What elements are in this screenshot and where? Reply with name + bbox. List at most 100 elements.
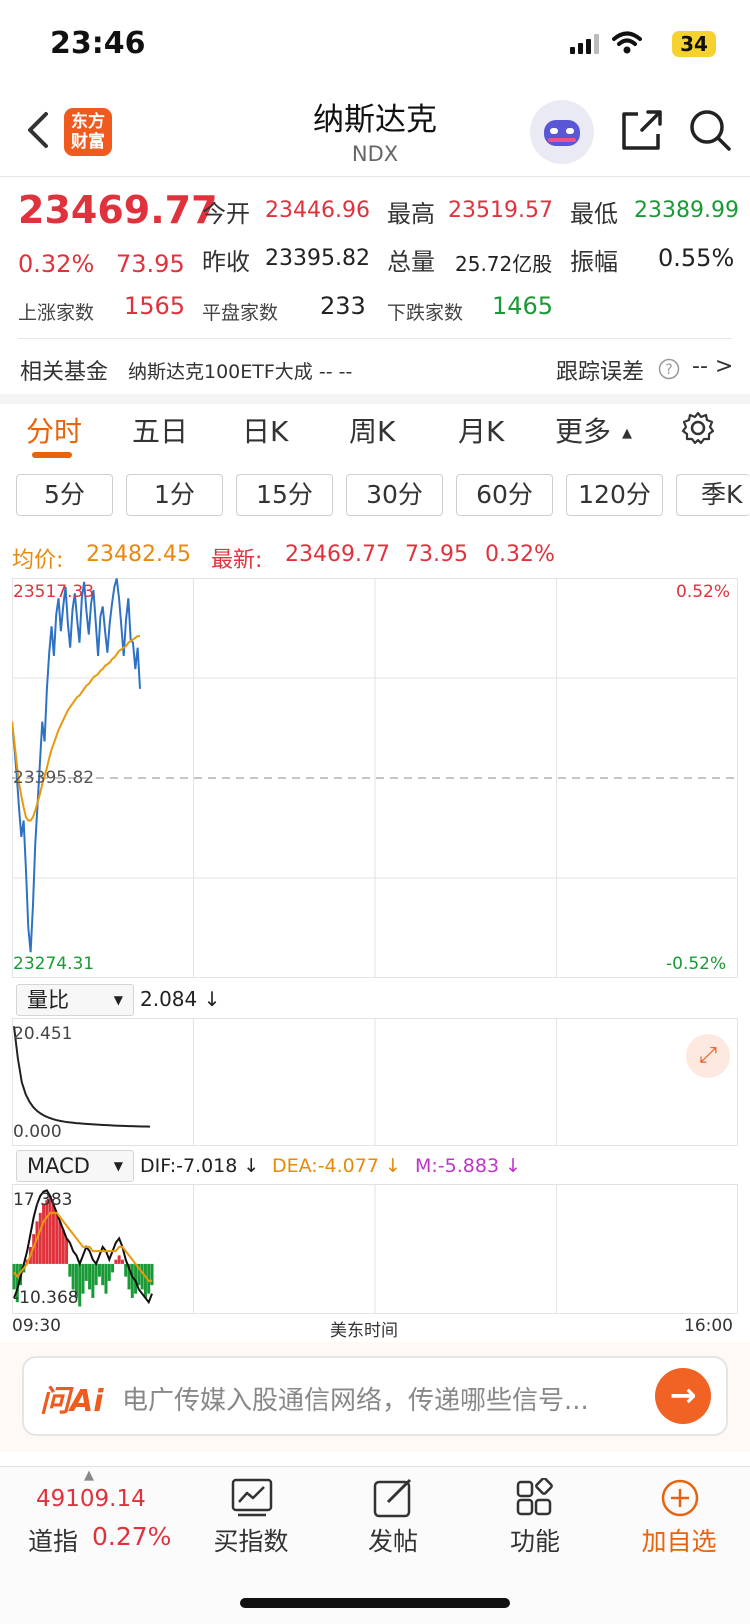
macd-bar xyxy=(107,1263,111,1281)
macd-bar xyxy=(124,1263,128,1277)
macd-bar xyxy=(120,1259,124,1264)
buy-index-label[interactable]: 买指数 xyxy=(191,1522,311,1558)
flat-count: 233 xyxy=(320,292,366,320)
macd-bar xyxy=(65,1238,69,1264)
index-name[interactable]: 道指 xyxy=(28,1522,78,1558)
macd-bar xyxy=(150,1263,154,1286)
section-gap xyxy=(0,394,750,404)
battery-indicator: 34 xyxy=(672,31,716,57)
tab-five-day[interactable]: 五日 xyxy=(132,410,188,450)
add-watchlist-label[interactable]: 加自选 xyxy=(619,1522,739,1558)
interval-15min[interactable]: 15分 xyxy=(236,474,333,516)
help-icon[interactable]: ? xyxy=(658,358,680,380)
post-label[interactable]: 发帖 xyxy=(333,1522,453,1558)
latest-value: 23469.77 xyxy=(285,542,390,567)
tab-weekly-k[interactable]: 周K xyxy=(349,410,395,450)
interval-1min[interactable]: 1分 xyxy=(126,474,223,516)
search-icon[interactable] xyxy=(688,108,732,152)
tracking-error-value[interactable]: -- > xyxy=(692,354,733,379)
macd-m: M:-5.883 ↓ xyxy=(415,1155,522,1177)
add-watchlist-icon[interactable] xyxy=(658,1478,702,1518)
macd-bar xyxy=(114,1259,118,1264)
expand-icon[interactable]: ⤢ xyxy=(686,1034,730,1078)
quote-divider xyxy=(18,338,732,339)
macd-bar xyxy=(91,1263,95,1298)
buy-index-icon[interactable] xyxy=(230,1478,274,1518)
fund-name[interactable]: 纳斯达克100ETF大成 -- -- xyxy=(128,357,352,384)
macd-bar xyxy=(101,1263,105,1286)
volume-ratio-chart[interactable] xyxy=(12,1018,738,1146)
current-price: 23469.77 xyxy=(18,188,218,232)
avg-value: 23482.45 xyxy=(86,542,191,567)
change-value: 73.95 xyxy=(116,250,185,278)
fund-label: 相关基金 xyxy=(20,360,109,385)
settings-icon[interactable] xyxy=(680,410,716,446)
macd-chart[interactable] xyxy=(12,1184,738,1314)
interval-5min[interactable]: 5分 xyxy=(16,474,113,516)
wifi-icon xyxy=(612,31,642,54)
signal-icon xyxy=(570,34,599,54)
x-axis-label: 美东时间 xyxy=(330,1321,398,1341)
latest-label: 最新: xyxy=(211,548,263,573)
tracking-error-label: 跟踪误差 xyxy=(556,360,645,385)
tab-monthly-k[interactable]: 月K xyxy=(458,410,504,450)
average-line xyxy=(12,635,140,822)
intraday-chart[interactable] xyxy=(12,578,738,978)
assistant-robot-icon[interactable] xyxy=(530,100,594,164)
functions-icon[interactable] xyxy=(514,1478,558,1518)
change-percent: 0.32% xyxy=(18,250,95,278)
tab-active-underline xyxy=(32,452,72,458)
y-bottom-label: 23274.31 xyxy=(13,954,95,974)
tab-more[interactable]: 更多 xyxy=(555,410,611,450)
ask-ai-logo: 问Ai xyxy=(40,1384,104,1419)
macd-dropdown[interactable]: MACD ▼ xyxy=(16,1150,134,1182)
post-icon[interactable] xyxy=(372,1478,416,1518)
x-start-label: 09:30 xyxy=(12,1316,61,1336)
avg-label: 均价: xyxy=(12,548,64,573)
open-label: 今开 xyxy=(202,200,250,228)
ask-ai-input[interactable]: 电广传媒入股通信网络，传递哪些信号... xyxy=(122,1380,642,1417)
interval-30min[interactable]: 30分 xyxy=(346,474,443,516)
high-value: 23519.57 xyxy=(448,198,553,223)
up-count-label: 上涨家数 xyxy=(18,302,95,324)
index-value[interactable]: 49109.14 xyxy=(36,1486,146,1512)
volume-label: 总量 xyxy=(387,248,435,276)
status-time: 23:46 xyxy=(50,26,146,61)
macd-bar xyxy=(81,1263,85,1294)
pct-top-label: 0.52% xyxy=(676,582,731,602)
low-label: 最低 xyxy=(570,200,618,228)
macd-bar xyxy=(94,1263,98,1286)
macd-bar xyxy=(88,1263,92,1290)
functions-label[interactable]: 功能 xyxy=(475,1522,595,1558)
home-indicator[interactable] xyxy=(240,1598,510,1608)
y-mid-label: 23395.82 xyxy=(13,768,95,788)
latest-percent: 0.32% xyxy=(485,542,555,567)
interval-60min[interactable]: 60分 xyxy=(456,474,553,516)
header-divider xyxy=(0,176,750,177)
macd-bar xyxy=(130,1263,134,1298)
macd-bar xyxy=(68,1263,72,1277)
vr-bottom-label: 0.000 xyxy=(13,1122,62,1142)
macd-bar xyxy=(140,1263,144,1290)
macd-top-label: 17.383 xyxy=(13,1190,73,1210)
more-caret-icon: ▲ xyxy=(622,426,632,441)
macd-bar xyxy=(78,1263,82,1307)
low-value: 23389.99 xyxy=(634,198,739,223)
macd-bar xyxy=(84,1263,88,1281)
tab-daily-k[interactable]: 日K xyxy=(242,410,288,450)
index-percent[interactable]: 0.27% xyxy=(92,1522,171,1551)
macd-bar xyxy=(58,1221,62,1264)
dropdown-caret-icon: ▼ xyxy=(113,993,123,1007)
svg-text:?: ? xyxy=(665,362,672,378)
interval-quarter-k[interactable]: 季K xyxy=(676,474,750,516)
share-icon[interactable] xyxy=(620,108,664,152)
up-count: 1565 xyxy=(124,292,186,320)
interval-120min[interactable]: 120分 xyxy=(566,474,663,516)
tab-intraday[interactable]: 分时 xyxy=(26,410,82,450)
macd-bar xyxy=(55,1212,59,1264)
arrow-right-icon[interactable]: → xyxy=(655,1368,711,1424)
pct-bottom-label: -0.52% xyxy=(666,954,727,974)
amplitude-label: 振幅 xyxy=(570,248,618,276)
amplitude-value: 0.55% xyxy=(658,244,735,272)
volume-ratio-dropdown[interactable]: 量比 ▼ xyxy=(16,984,134,1016)
